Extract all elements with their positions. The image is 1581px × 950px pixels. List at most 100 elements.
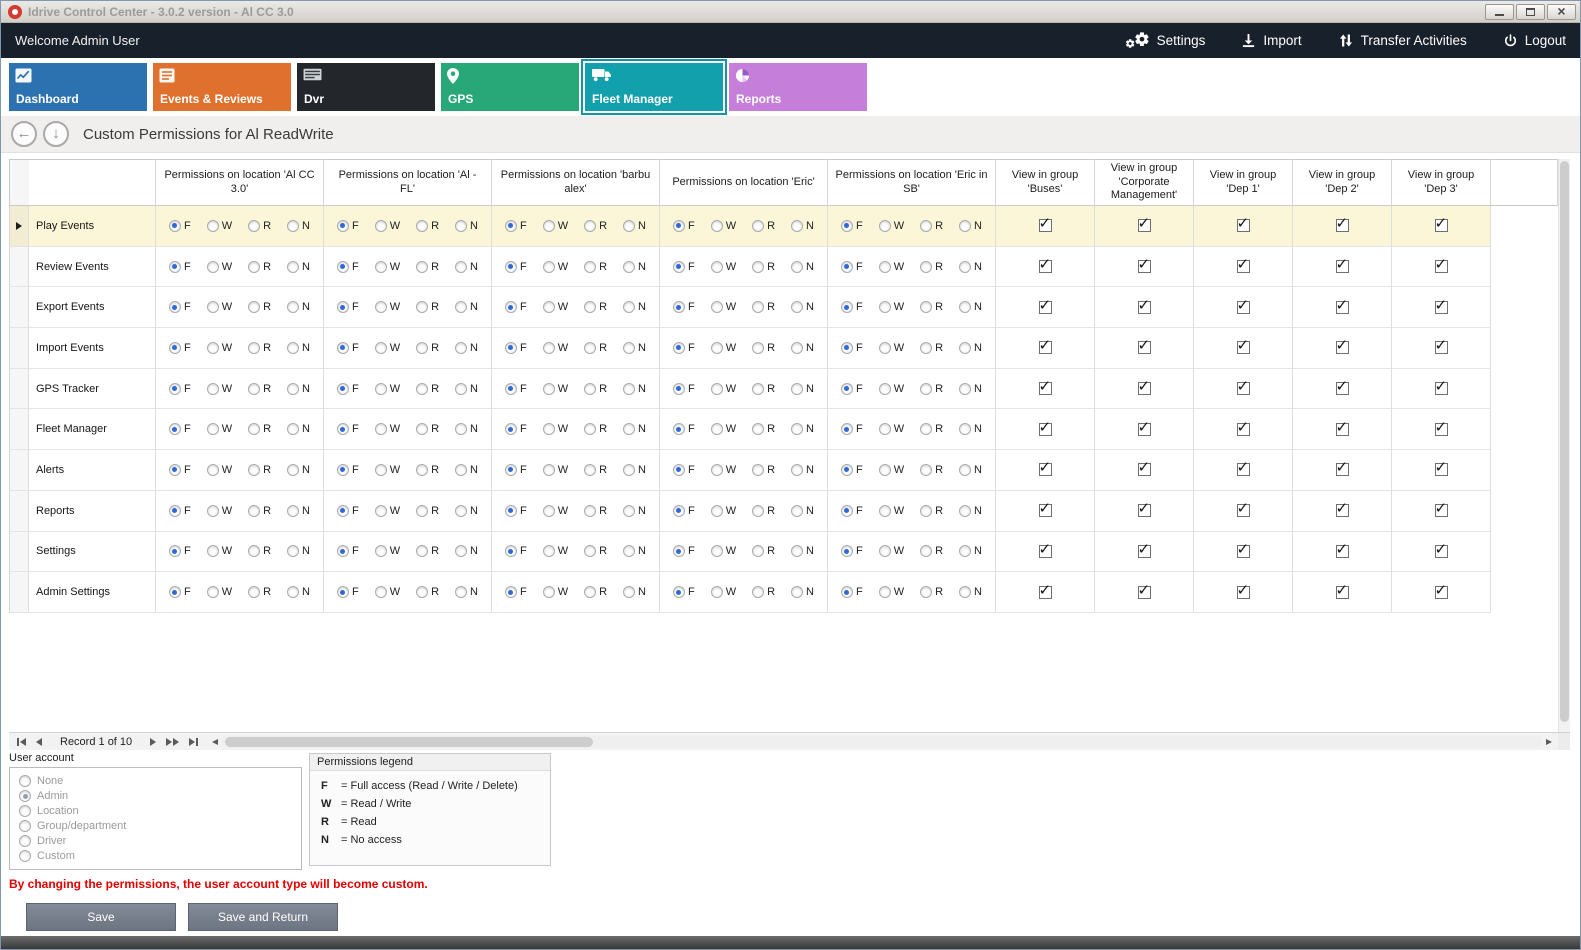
permission-radio-w[interactable]: W — [543, 505, 568, 517]
group-checkbox[interactable] — [1336, 301, 1349, 314]
permission-radio-w[interactable]: W — [207, 423, 232, 435]
group-column-header[interactable]: View in group 'Dep 1' — [1194, 159, 1293, 206]
group-checkbox[interactable] — [1039, 545, 1052, 558]
permission-radio-r[interactable]: R — [248, 586, 271, 598]
permission-radio-w[interactable]: W — [711, 545, 736, 557]
group-checkbox[interactable] — [1138, 504, 1151, 517]
permission-radio-r[interactable]: R — [920, 383, 943, 395]
permission-radio-r[interactable]: R — [752, 220, 775, 232]
action-transfer-activities[interactable]: Transfer Activities — [1338, 33, 1467, 48]
permission-radio-r[interactable]: R — [416, 505, 439, 517]
save-button[interactable]: Save — [26, 903, 176, 931]
group-checkbox[interactable] — [1336, 545, 1349, 558]
permission-radio-r[interactable]: R — [416, 342, 439, 354]
permission-radio-w[interactable]: W — [711, 383, 736, 395]
permission-radio-w[interactable]: W — [207, 545, 232, 557]
permission-radio-n[interactable]: N — [959, 220, 982, 232]
permission-radio-w[interactable]: W — [879, 261, 904, 273]
group-checkbox[interactable] — [1336, 423, 1349, 436]
tab-dvr[interactable]: Dvr — [297, 63, 435, 111]
permission-radio-r[interactable]: R — [584, 261, 607, 273]
permission-radio-f[interactable]: F — [505, 586, 527, 598]
group-checkbox[interactable] — [1039, 463, 1052, 476]
permission-radio-w[interactable]: W — [207, 342, 232, 354]
tab-fleet-manager[interactable]: Fleet Manager — [585, 63, 723, 111]
permission-radio-n[interactable]: N — [287, 301, 310, 313]
permission-radio-f[interactable]: F — [169, 301, 191, 313]
permission-radio-r[interactable]: R — [920, 301, 943, 313]
next-page-button[interactable] — [166, 738, 179, 746]
permission-radio-w[interactable]: W — [543, 586, 568, 598]
permission-radio-r[interactable]: R — [920, 423, 943, 435]
group-checkbox[interactable] — [1039, 423, 1052, 436]
permission-radio-n[interactable]: N — [455, 261, 478, 273]
permission-radio-n[interactable]: N — [791, 220, 814, 232]
permission-radio-w[interactable]: W — [711, 464, 736, 476]
permission-radio-n[interactable]: N — [959, 261, 982, 273]
permission-radio-n[interactable]: N — [959, 423, 982, 435]
permission-radio-w[interactable]: W — [207, 586, 232, 598]
permission-radio-r[interactable]: R — [920, 342, 943, 354]
save-and-return-button[interactable]: Save and Return — [188, 903, 338, 931]
close-button[interactable] — [1547, 4, 1576, 20]
permission-radio-r[interactable]: R — [920, 464, 943, 476]
permission-radio-r[interactable]: R — [416, 301, 439, 313]
account-type-custom[interactable]: Custom — [19, 850, 292, 862]
permission-radio-n[interactable]: N — [623, 261, 646, 273]
group-checkbox[interactable] — [1336, 341, 1349, 354]
permission-radio-r[interactable]: R — [584, 301, 607, 313]
action-logout[interactable]: Logout — [1503, 33, 1566, 49]
permission-radio-r[interactable]: R — [416, 423, 439, 435]
permission-radio-r[interactable]: R — [248, 423, 271, 435]
minimize-button[interactable] — [1485, 4, 1514, 20]
permission-radio-w[interactable]: W — [375, 545, 400, 557]
group-checkbox[interactable] — [1435, 463, 1448, 476]
group-checkbox[interactable] — [1435, 545, 1448, 558]
permission-radio-n[interactable]: N — [287, 464, 310, 476]
permission-radio-f[interactable]: F — [505, 261, 527, 273]
group-checkbox[interactable] — [1237, 260, 1250, 273]
group-checkbox[interactable] — [1138, 260, 1151, 273]
permission-radio-n[interactable]: N — [623, 342, 646, 354]
permission-radio-n[interactable]: N — [623, 301, 646, 313]
permission-radio-r[interactable]: R — [416, 545, 439, 557]
permission-radio-n[interactable]: N — [455, 342, 478, 354]
permission-radio-f[interactable]: F — [337, 383, 359, 395]
permission-radio-w[interactable]: W — [543, 220, 568, 232]
permission-radio-f[interactable]: F — [337, 342, 359, 354]
permission-radio-f[interactable]: F — [337, 545, 359, 557]
group-checkbox[interactable] — [1138, 341, 1151, 354]
permission-radio-f[interactable]: F — [505, 505, 527, 517]
permission-radio-n[interactable]: N — [623, 464, 646, 476]
permission-radio-n[interactable]: N — [959, 464, 982, 476]
permission-radio-f[interactable]: F — [505, 342, 527, 354]
group-checkbox[interactable] — [1039, 301, 1052, 314]
permission-radio-w[interactable]: W — [879, 301, 904, 313]
permission-radio-f[interactable]: F — [841, 545, 863, 557]
group-checkbox[interactable] — [1435, 341, 1448, 354]
permission-radio-f[interactable]: F — [337, 423, 359, 435]
permission-radio-w[interactable]: W — [711, 220, 736, 232]
tab-gps[interactable]: GPS — [441, 63, 579, 111]
permission-radio-r[interactable]: R — [248, 505, 271, 517]
permission-radio-f[interactable]: F — [505, 301, 527, 313]
permission-radio-w[interactable]: W — [543, 423, 568, 435]
permission-radio-w[interactable]: W — [375, 261, 400, 273]
permission-radio-w[interactable]: W — [375, 586, 400, 598]
permission-radio-n[interactable]: N — [455, 505, 478, 517]
permission-column-header[interactable]: Permissions on location 'Eric' — [660, 159, 828, 206]
group-checkbox[interactable] — [1336, 504, 1349, 517]
permission-radio-n[interactable]: N — [959, 505, 982, 517]
group-column-header[interactable]: View in group 'Corporate Management' — [1095, 159, 1194, 206]
permission-radio-r[interactable]: R — [584, 505, 607, 517]
permission-radio-f[interactable]: F — [841, 301, 863, 313]
permission-radio-f[interactable]: F — [337, 220, 359, 232]
permission-radio-w[interactable]: W — [879, 545, 904, 557]
permission-radio-n[interactable]: N — [791, 505, 814, 517]
group-checkbox[interactable] — [1237, 586, 1250, 599]
permission-radio-n[interactable]: N — [959, 383, 982, 395]
permission-radio-f[interactable]: F — [673, 545, 695, 557]
permission-radio-w[interactable]: W — [711, 423, 736, 435]
permission-radio-f[interactable]: F — [673, 505, 695, 517]
permission-radio-r[interactable]: R — [584, 464, 607, 476]
